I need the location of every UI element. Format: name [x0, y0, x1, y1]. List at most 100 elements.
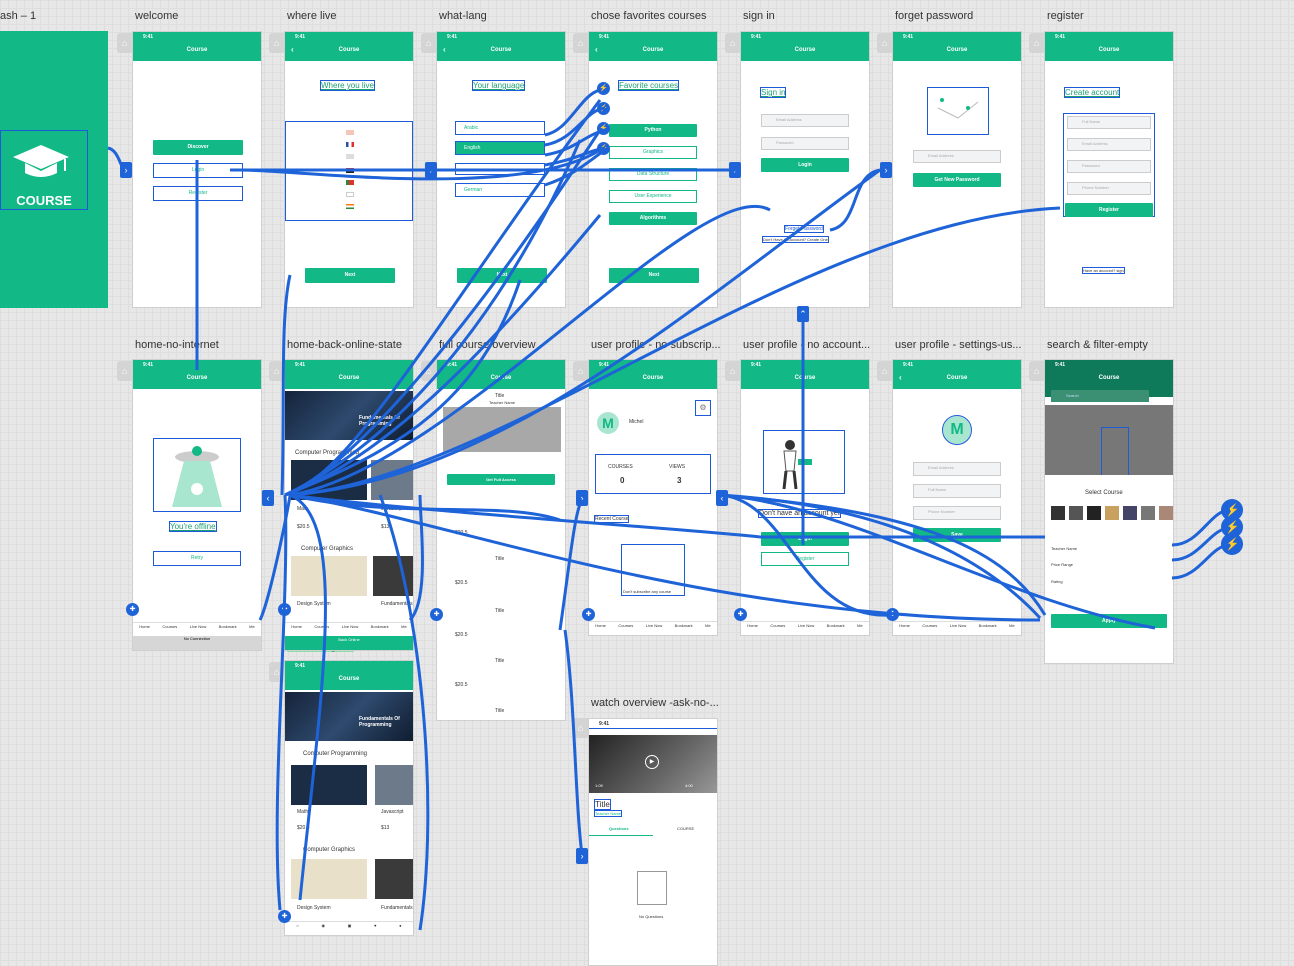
- tab-bookmark[interactable]: Bookmark: [371, 623, 389, 636]
- tab-home[interactable]: Home: [747, 622, 758, 635]
- link-arrow-icon[interactable]: ‹: [716, 490, 728, 506]
- pin-icon[interactable]: ✚: [734, 608, 747, 621]
- watch-overview-screen[interactable]: 9:41 ▶ 1:09 4:00 Title Teacher Name Ques…: [588, 718, 718, 966]
- course-thumbnail[interactable]: [1159, 506, 1173, 520]
- link-arrow-icon[interactable]: ›: [880, 162, 892, 178]
- sign-in-link[interactable]: Have an account? sign: [1082, 267, 1125, 274]
- full-name-field[interactable]: Full Name: [913, 484, 1001, 498]
- tab-bookmark[interactable]: ♥: [374, 922, 376, 935]
- pin-icon[interactable]: ✚: [278, 603, 291, 616]
- tab-me[interactable]: Me: [705, 622, 711, 635]
- tab-home[interactable]: Home: [291, 623, 302, 636]
- register-button[interactable]: Register: [1065, 203, 1153, 217]
- country-list[interactable]: [285, 121, 413, 221]
- home-no-internet-screen[interactable]: 9:41 Course You're offline Retry Home Cou…: [132, 359, 262, 651]
- tab-home[interactable]: Home: [595, 622, 606, 635]
- full-name-field[interactable]: Full Name: [1067, 116, 1151, 129]
- search-filter-screen[interactable]: 9:41 Course Search Select Course Teacher…: [1044, 359, 1174, 664]
- course-video[interactable]: [443, 407, 561, 452]
- forgot-password-link[interactable]: Forget Password: [784, 225, 824, 233]
- email-field[interactable]: Email Address: [913, 150, 1001, 163]
- login-button[interactable]: Login: [153, 163, 243, 178]
- tab-me[interactable]: Me: [249, 623, 255, 636]
- email-field[interactable]: Email Address: [761, 114, 849, 127]
- video-player[interactable]: ▶ 1:09 4:00: [589, 735, 717, 793]
- tab-home[interactable]: Home: [139, 623, 150, 636]
- pin-icon[interactable]: ✚: [582, 608, 595, 621]
- tab-courses[interactable]: Courses: [162, 623, 177, 636]
- phone-field[interactable]: Phone Number: [913, 506, 1001, 520]
- course-image[interactable]: [373, 556, 413, 596]
- featured-banner[interactable]: Fundamentals Of Programming: [285, 692, 413, 741]
- profile-settings-screen[interactable]: 9:41 ‹ Course M Email Address Full Name P…: [892, 359, 1022, 636]
- tab-course[interactable]: COURSE: [677, 826, 694, 831]
- home-icon[interactable]: ⌂: [1029, 33, 1044, 53]
- link-arrow-icon[interactable]: ›: [120, 162, 132, 178]
- back-icon[interactable]: ‹: [595, 41, 598, 59]
- settings-icon[interactable]: ⚙: [695, 400, 711, 416]
- lightning-icon[interactable]: ⚡: [1221, 533, 1243, 555]
- splash-screen[interactable]: COURSE: [0, 31, 108, 308]
- link-arrow-icon[interactable]: ›: [729, 162, 741, 178]
- apply-button[interactable]: Apply: [1051, 614, 1167, 628]
- favorites-screen[interactable]: 9:41 ‹ Course Favorite courses Python Gra…: [588, 31, 718, 308]
- course-option[interactable]: Graphics: [609, 146, 697, 159]
- profile-no-subscription-screen[interactable]: 9:41 Course M Michel ⚙ COURSES VIEWS 0 3…: [588, 359, 718, 636]
- tab-home[interactable]: Home: [899, 622, 910, 635]
- rating-filter[interactable]: Rating: [1051, 579, 1063, 584]
- search-input[interactable]: Search: [1051, 390, 1149, 402]
- back-icon[interactable]: ‹: [291, 41, 294, 59]
- course-thumbnail[interactable]: [1087, 506, 1101, 520]
- email-field[interactable]: Email Address: [1067, 138, 1151, 151]
- tab-live[interactable]: Live Now: [646, 622, 662, 635]
- language-option[interactable]: [455, 163, 545, 175]
- link-arrow-icon[interactable]: ›: [576, 848, 588, 864]
- teacher-filter[interactable]: Teacher Name: [1051, 546, 1077, 551]
- language-option[interactable]: German: [455, 183, 545, 197]
- tab-bookmark[interactable]: Bookmark: [219, 623, 237, 636]
- lightning-icon[interactable]: ⚡: [597, 142, 610, 155]
- tab-home[interactable]: ⌂: [296, 922, 298, 935]
- lightning-icon[interactable]: ⚡: [597, 122, 610, 135]
- tab-me[interactable]: ●: [399, 922, 401, 935]
- tab-bookmark[interactable]: Bookmark: [827, 622, 845, 635]
- link-arrow-icon[interactable]: ›: [576, 490, 588, 506]
- next-button[interactable]: Next: [609, 268, 699, 283]
- home-icon[interactable]: ⌂: [573, 33, 588, 53]
- password-field[interactable]: Password: [761, 137, 849, 150]
- tab-live[interactable]: ▣: [348, 922, 352, 935]
- tab-courses[interactable]: Courses: [770, 622, 785, 635]
- retry-button[interactable]: Retry: [153, 551, 241, 566]
- tab-courses[interactable]: ◉: [321, 922, 325, 935]
- tab-questions[interactable]: Questions: [609, 826, 629, 831]
- home-icon[interactable]: ⌂: [877, 33, 892, 53]
- course-overview-screen[interactable]: 9:41 Course Title Teacher Name Get Full …: [436, 359, 566, 721]
- language-option[interactable]: English: [455, 141, 545, 155]
- home-icon[interactable]: ⌂: [573, 718, 588, 738]
- course-image[interactable]: [291, 460, 367, 500]
- tab-bookmark[interactable]: Bookmark: [675, 622, 693, 635]
- login-button[interactable]: Login: [761, 532, 849, 546]
- home-back-online-screen[interactable]: 9:41 Course Fundamentals Of Programming …: [284, 359, 414, 651]
- home-icon[interactable]: ⌂: [269, 361, 284, 381]
- home-icon[interactable]: ⌂: [877, 361, 892, 381]
- link-arrow-icon[interactable]: ‹: [262, 490, 274, 506]
- sign-in-screen[interactable]: 9:41 Course Sign in Email Address Passwo…: [740, 31, 870, 308]
- register-button[interactable]: Register: [153, 186, 243, 201]
- tab-courses[interactable]: Courses: [618, 622, 633, 635]
- next-button[interactable]: Next: [457, 268, 547, 283]
- tab-live[interactable]: Live Now: [190, 623, 206, 636]
- course-image[interactable]: [291, 556, 367, 596]
- tab-courses[interactable]: Courses: [314, 623, 329, 636]
- tab-me[interactable]: Me: [1009, 622, 1015, 635]
- course-option[interactable]: User Experience: [609, 190, 697, 203]
- tab-live[interactable]: Live Now: [798, 622, 814, 635]
- course-image[interactable]: [375, 765, 413, 805]
- course-thumbnail[interactable]: [1105, 506, 1119, 520]
- featured-banner[interactable]: Fundamentals Of Programming: [285, 391, 413, 440]
- next-button[interactable]: Next: [305, 268, 395, 283]
- course-option[interactable]: Python: [609, 124, 697, 137]
- enroll-button[interactable]: Get Full Access: [447, 474, 555, 485]
- pin-icon[interactable]: ✚: [278, 910, 291, 923]
- home-original-screen[interactable]: 9:41 Course Fundamentals Of Programming …: [284, 660, 414, 936]
